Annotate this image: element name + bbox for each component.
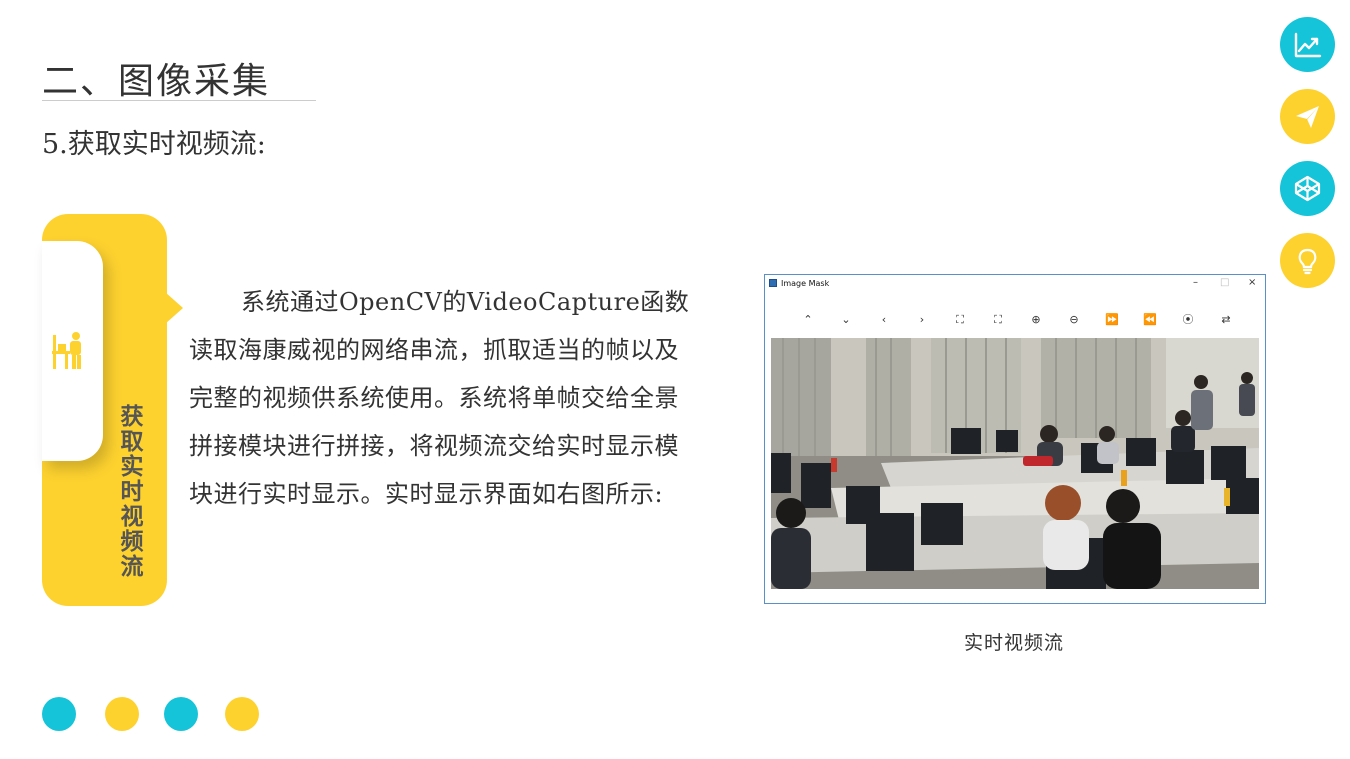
chart-trend-icon [1294,32,1322,58]
rewind-icon[interactable]: ⏪ [1143,313,1157,327]
zoom-out-icon[interactable]: ⊖ [1067,313,1081,327]
decorative-dot [225,697,259,731]
window-toolbar: ⌃ ⌄ ‹ › ⛶ ⛶ ⊕ ⊖ ⏩ ⏪ ⦿ ⇄ [765,305,1265,335]
fit-window-icon[interactable]: ⛶ [953,313,967,327]
minimize-button[interactable]: – [1193,277,1198,288]
up-arrow-icon[interactable]: ⌃ [801,313,815,327]
maximize-button[interactable]: □ [1220,277,1229,288]
decorative-dot [42,697,76,731]
decorative-dot [164,697,198,731]
app-icon [769,279,777,287]
decorative-dot [105,697,139,731]
right-arrow-icon[interactable]: › [915,313,929,327]
lightbulb-icon [1298,248,1317,275]
live-video-frame [771,338,1259,589]
title-underline [42,100,316,101]
person-at-desk-icon [52,332,81,369]
slide-title: 二、图像采集 [42,61,271,102]
codepen-cube-icon [1294,175,1321,202]
paper-plane-button[interactable] [1280,89,1335,144]
fullscreen-icon[interactable]: ⛶ [991,313,1005,327]
tab-arrow [165,292,183,324]
codepen-cube-button[interactable] [1280,161,1335,216]
figure-caption: 实时视频流 [964,632,1065,654]
body-paragraph: 系统通过OpenCV的VideoCapture函数读取海康威视的网络串流，抓取适… [189,288,690,508]
image-mask-window: Image Mask – □ × ⌃ ⌄ ‹ › ⛶ ⛶ ⊕ ⊖ ⏩ ⏪ ⦿ ⇄ [764,274,1266,604]
slide-subtitle: 5.获取实时视频流: [42,129,266,160]
lightbulb-button[interactable] [1280,233,1335,288]
fast-forward-icon[interactable]: ⏩ [1105,313,1119,327]
classroom-photo [771,338,1259,589]
record-icon[interactable]: ⦿ [1181,313,1195,327]
close-button[interactable]: × [1248,277,1256,288]
zoom-in-icon[interactable]: ⊕ [1029,313,1043,327]
swap-icon[interactable]: ⇄ [1219,313,1233,327]
window-title: Image Mask [781,279,830,288]
left-arrow-icon[interactable]: ‹ [877,313,891,327]
chart-trend-button[interactable] [1280,17,1335,72]
paper-plane-icon [1296,106,1319,128]
window-titlebar: Image Mask – □ × [765,275,1265,293]
tab-card [42,241,103,461]
tab-label: 获取实时视频流 [120,403,144,580]
down-arrow-icon[interactable]: ⌄ [839,313,853,327]
